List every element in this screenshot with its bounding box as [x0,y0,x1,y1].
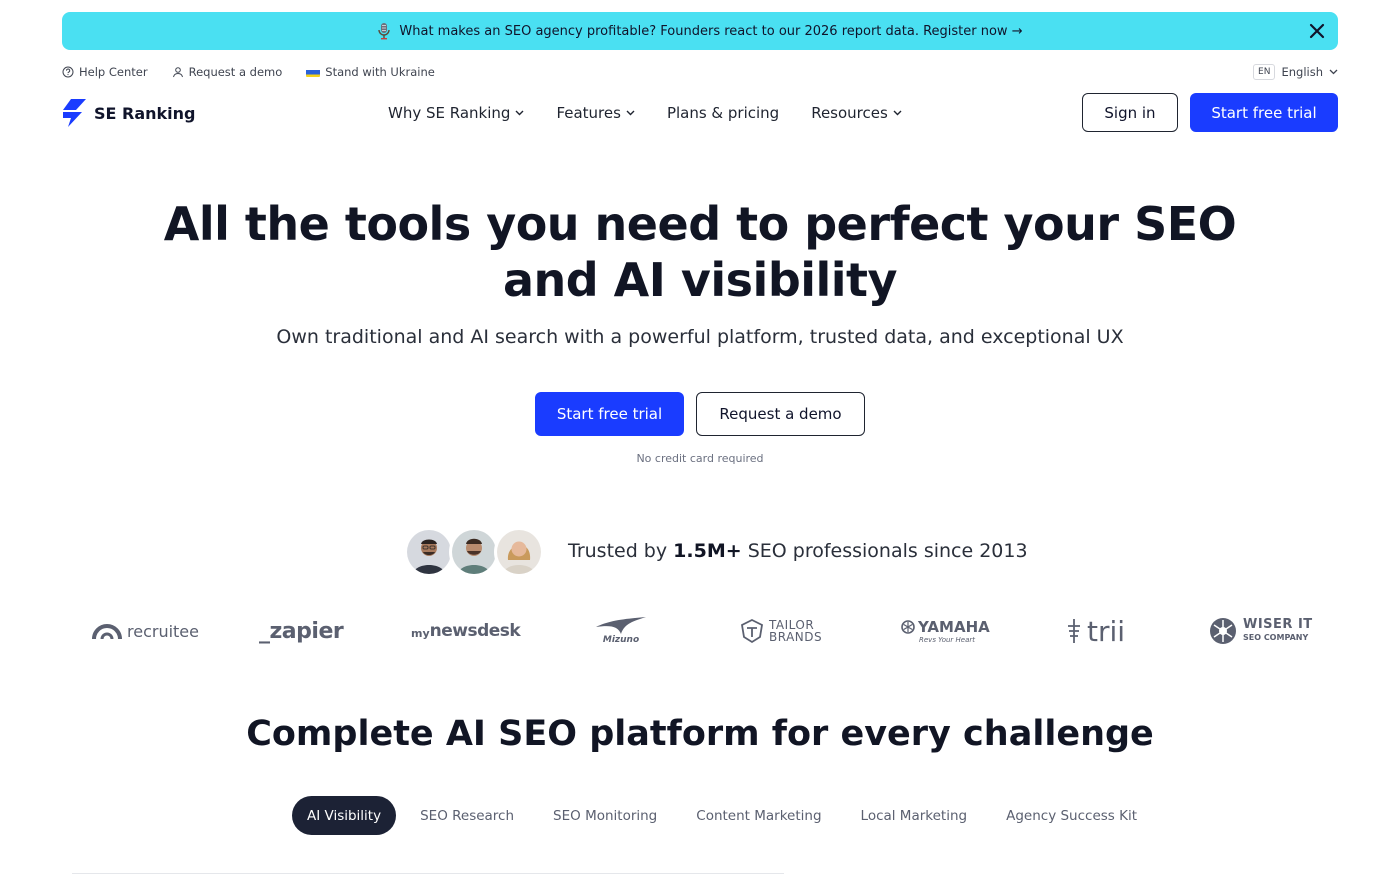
avatar [404,527,454,577]
logo-yamaha: YAMAHA Revs Your Heart [901,606,990,656]
tab-seo-monitoring[interactable]: SEO Monitoring [538,796,672,835]
wiser-it-logo-icon [1210,618,1236,644]
help-center-label[interactable]: Help Center [79,65,148,79]
utility-bar: Help Center Request a demo Stand with Uk… [62,62,1338,82]
yamaha-logo-icon [901,620,915,634]
zapier-text: _zapier [259,618,344,644]
avatar-group [404,527,546,577]
chevron-down-icon [893,110,902,116]
trusted-count: 1.5M+ [673,540,742,562]
client-logos: recruitee _zapier my newsdesk Mizuno TAI… [62,606,1338,656]
user-icon [172,67,183,78]
nav-plans-label[interactable]: Plans & pricing [667,104,779,122]
tab-seo-research[interactable]: SEO Research [405,796,529,835]
promo-banner-text[interactable]: What makes an SEO agency profitable? Fou… [399,24,1022,39]
language-label: English [1281,65,1323,79]
request-demo-label[interactable]: Request a demo [189,65,283,79]
nav-plans-pricing[interactable]: Plans & pricing [667,104,779,122]
hero-title-line1: All the tools you need to perfect your S… [163,197,1237,251]
logo-trii: trii [1066,606,1125,656]
tailor-brands-line2: BRANDS [769,630,823,644]
microphone-icon [378,23,391,40]
nav-resources[interactable]: Resources [811,104,902,122]
ukraine-label[interactable]: Stand with Ukraine [325,65,435,79]
ukraine-link[interactable]: Stand with Ukraine [306,65,435,79]
request-demo-button[interactable]: Request a demo [696,392,865,436]
tab-local-marketing[interactable]: Local Marketing [846,796,983,835]
tailor-brands-logo-icon [741,618,763,644]
chevron-down-icon [1329,69,1338,75]
trusted-suffix: SEO professionals since 2013 [741,540,1028,562]
no-credit-card-note: No credit card required [636,452,764,465]
trusted-by-text: Trusted by 1.5M+ SEO professionals since… [568,540,1028,562]
promo-banner-content[interactable]: What makes an SEO agency profitable? Fou… [377,22,1023,40]
nav-features-label[interactable]: Features [556,104,621,122]
section-divider [72,873,784,874]
nav-why-se-ranking[interactable]: Why SE Ranking [388,104,524,122]
help-icon [62,66,74,78]
trusted-prefix: Trusted by [568,540,674,562]
help-center-link[interactable]: Help Center [62,65,148,79]
logo-tailor-brands: TAILOR BRANDS [740,606,822,656]
feature-tabs: AI Visibility SEO Research SEO Monitorin… [292,796,1161,835]
yamaha-tagline: Revs Your Heart [919,636,975,644]
logo-wiser-it: WISER IT SEO COMPANY [1208,606,1313,656]
close-icon[interactable] [1306,20,1328,42]
yamaha-text: YAMAHA [918,618,990,636]
tab-agency-success-kit[interactable]: Agency Success Kit [991,796,1152,835]
request-demo-link[interactable]: Request a demo [172,65,283,79]
tab-content-marketing[interactable]: Content Marketing [681,796,836,835]
logo-mynewsdesk: my newsdesk [411,606,521,656]
wiser-it-line2: SEO COMPANY [1243,633,1309,642]
chevron-down-icon [626,110,635,116]
section-title: Complete AI SEO platform for every chall… [246,714,1154,754]
nav-why-label[interactable]: Why SE Ranking [388,104,510,122]
promo-banner[interactable]: What makes an SEO agency profitable? Fou… [62,12,1338,50]
chevron-down-icon [515,110,524,116]
nav-features[interactable]: Features [556,104,635,122]
wiser-it-line1: WISER IT [1243,617,1313,632]
logo-zapier: _zapier [259,606,344,656]
avatar [449,527,499,577]
language-code: EN [1253,64,1276,80]
trii-logo-icon [1068,619,1080,643]
trii-text: trii [1087,614,1126,648]
se-ranking-logo-icon [63,99,86,127]
mynewsdesk-prefix: my [411,626,430,640]
main-nav: SE Ranking Why SE Ranking Features Plans… [62,93,1338,133]
hero-subtitle: Own traditional and AI search with a pow… [276,326,1124,348]
sign-in-button[interactable]: Sign in [1082,93,1178,132]
nav-resources-label[interactable]: Resources [811,104,888,122]
avatar [494,527,544,577]
mizuno-logo-icon [596,617,646,634]
brand-name: SE Ranking [94,103,196,123]
logo-mizuno: Mizuno [594,606,648,656]
recruitee-text: recruitee [127,621,199,641]
start-free-trial-button[interactable]: Start free trial [535,392,684,436]
start-free-trial-nav-button[interactable]: Start free trial [1190,93,1338,132]
language-selector[interactable]: EN English [1253,64,1338,80]
ukraine-flag-icon [306,68,321,77]
mynewsdesk-text: newsdesk [429,621,521,641]
brand-logo[interactable]: SE Ranking [62,99,196,127]
logo-recruitee: recruitee [92,606,199,656]
tab-ai-visibility[interactable]: AI Visibility [292,796,397,835]
hero-title: All the tools you need to perfect your S… [150,196,1250,308]
hero-title-line2: and AI visibility [502,253,898,307]
mizuno-text: Mizuno [602,635,640,645]
nav-links: Why SE Ranking Features Plans & pricing … [388,93,902,133]
recruitee-logo-icon [92,624,122,640]
